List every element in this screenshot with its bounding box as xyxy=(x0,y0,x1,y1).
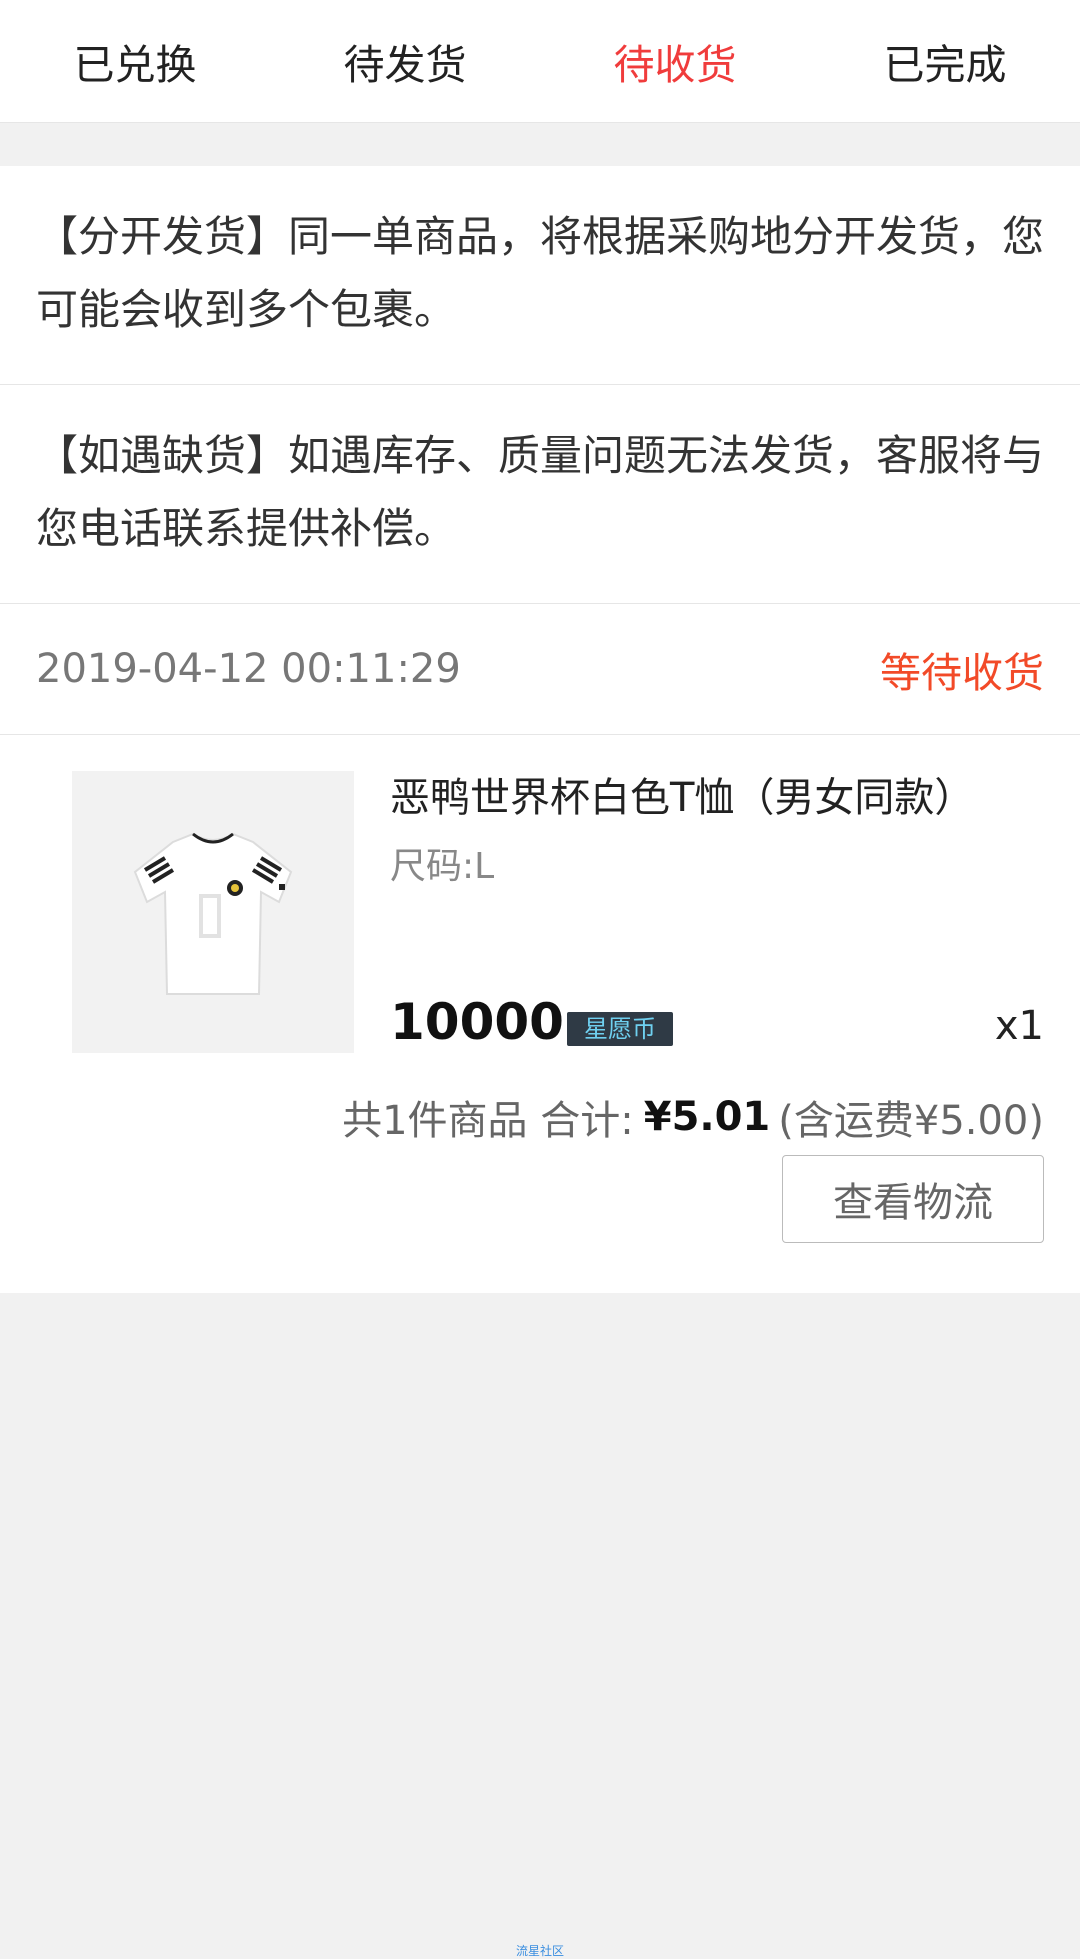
order-tabs: 已兑换 待发货 待收货 已完成 xyxy=(0,0,1080,123)
order-card: 2019-04-12 00:11:29 等待收货 恶鸭世界杯白色T恤（男女同款）… xyxy=(0,604,1080,1293)
currency-badge: 星愿币 xyxy=(567,1012,673,1046)
split-shipping-notice: 【分开发货】同一单商品，将根据采购地分开发货，您可能会收到多个包裹。 xyxy=(0,166,1080,385)
shipping-fee: (含运费¥5.00) xyxy=(778,1098,1044,1144)
watermark: 流星社区 xyxy=(515,1944,564,1958)
tab-pending-receipt[interactable]: 待收货 xyxy=(540,0,810,122)
order-item[interactable]: 恶鸭世界杯白色T恤（男女同款） 尺码:L 10000 星愿币 x1 xyxy=(0,735,1080,1085)
out-of-stock-notice: 【如遇缺货】如遇库存、质量问题无法发货，客服将与您电话联系提供补偿。 xyxy=(0,385,1080,604)
order-total: ¥5.01 xyxy=(643,1094,771,1140)
order-actions: 查看物流 xyxy=(0,1149,1080,1293)
order-time: 2019-04-12 00:11:29 xyxy=(36,646,461,692)
item-count: 共1件商品 合计: xyxy=(342,1098,634,1144)
order-header: 2019-04-12 00:11:29 等待收货 xyxy=(0,604,1080,735)
tab-completed[interactable]: 已完成 xyxy=(810,0,1080,122)
tshirt-icon xyxy=(133,832,293,995)
tab-redeemed[interactable]: 已兑换 xyxy=(0,0,270,122)
view-logistics-button[interactable]: 查看物流 xyxy=(782,1155,1044,1243)
order-status: 等待收货 xyxy=(880,649,1044,697)
product-image[interactable] xyxy=(72,771,354,1053)
product-size: 尺码:L xyxy=(390,846,495,887)
tab-pending-shipment[interactable]: 待发货 xyxy=(270,0,540,122)
product-name[interactable]: 恶鸭世界杯白色T恤（男女同款） xyxy=(390,765,974,823)
product-quantity: x1 xyxy=(994,1003,1044,1049)
order-summary: 共1件商品 合计: ¥5.01 (含运费¥5.00) xyxy=(0,1085,1080,1149)
product-price: 10000 xyxy=(390,993,564,1051)
